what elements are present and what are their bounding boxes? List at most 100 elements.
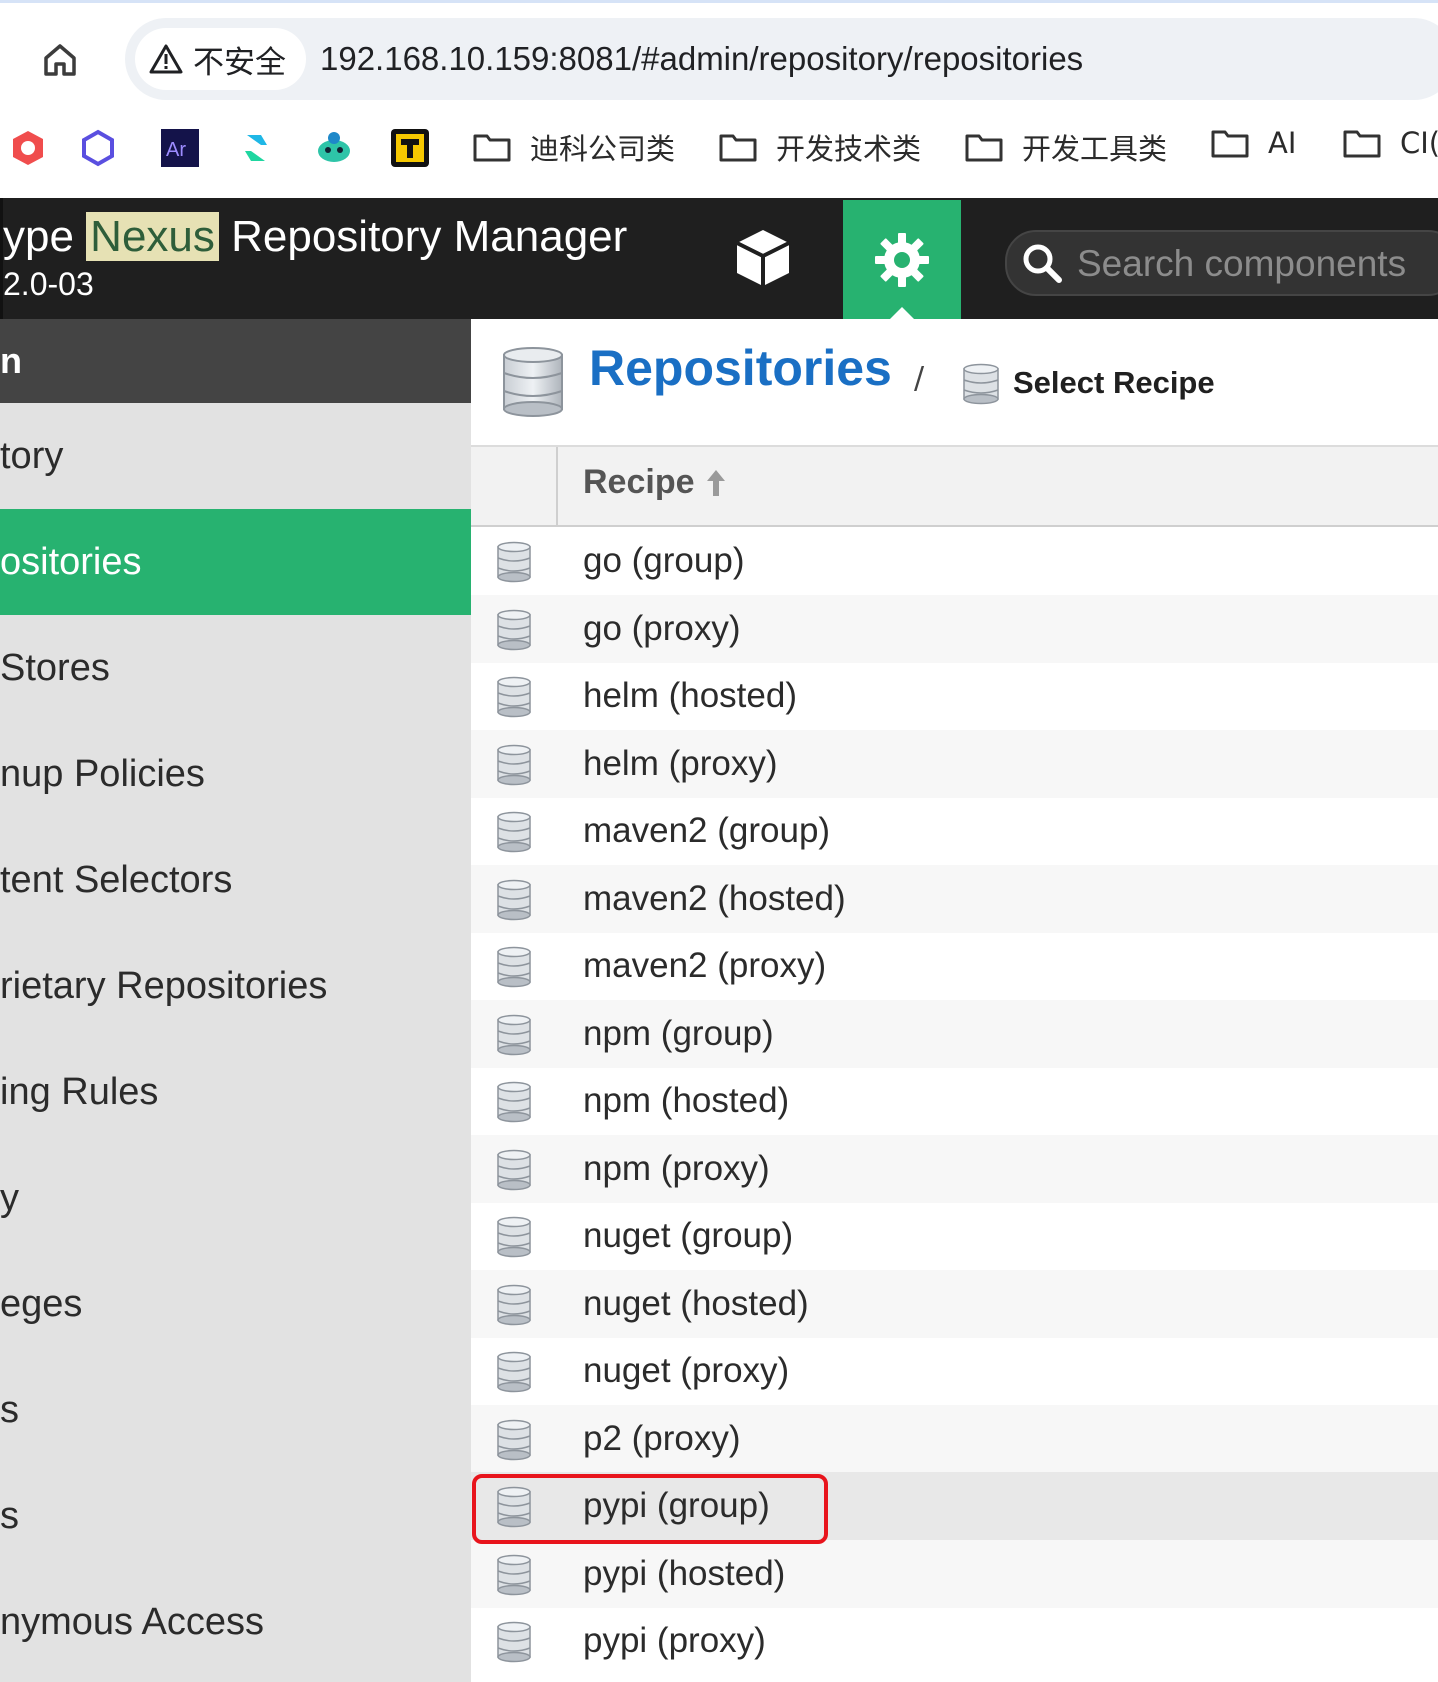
sidebar-item-content-selectors[interactable]: tent Selectors: [0, 827, 471, 933]
bookmark-folder-4[interactable]: AI: [1210, 126, 1296, 160]
folder-icon: [1343, 130, 1381, 158]
browse-cube-button[interactable]: [723, 218, 803, 298]
svg-text:Ar: Ar: [166, 139, 186, 161]
table-row[interactable]: nuget (group): [471, 1202, 1438, 1270]
bookmark-folder-1[interactable]: 迪科公司类: [472, 126, 675, 168]
column-divider: [556, 447, 558, 525]
administration-button[interactable]: [843, 200, 961, 319]
database-icon: [495, 1014, 533, 1060]
bookmark-hexagon-icon[interactable]: [78, 128, 118, 168]
gear-icon: [875, 232, 929, 287]
database-icon: [495, 1351, 533, 1397]
database-icon: [495, 744, 533, 790]
page-title[interactable]: Repositories: [589, 339, 892, 397]
sidebar-section-header: n: [0, 319, 471, 403]
bookmark-teal-icon[interactable]: [236, 128, 276, 168]
bookmark-folder-2[interactable]: 开发技术类: [718, 126, 921, 168]
table-row[interactable]: maven2 (group): [471, 797, 1438, 865]
database-small-icon: [963, 363, 999, 405]
bookmark-chameleon-icon[interactable]: [314, 128, 354, 168]
table-row[interactable]: maven2 (hosted): [471, 864, 1438, 933]
sidebar-item-roles[interactable]: s: [0, 1357, 471, 1463]
table-row[interactable]: helm (hosted): [471, 662, 1438, 730]
cube-icon: [736, 230, 790, 286]
column-header-recipe[interactable]: Recipe: [583, 463, 727, 502]
table-row[interactable]: npm (group): [471, 999, 1438, 1068]
folder-label: AI: [1268, 126, 1297, 160]
table-row[interactable]: p2 (proxy): [471, 1404, 1438, 1473]
database-icon: [495, 1216, 533, 1262]
app-brand[interactable]: ype Nexus Repository Manager: [3, 212, 627, 262]
table-row[interactable]: npm (proxy): [471, 1134, 1438, 1203]
column-header-label: Recipe: [583, 463, 695, 501]
recipe-label: npm (group): [583, 1013, 774, 1053]
table-row[interactable]: pypi (group): [471, 1472, 1438, 1540]
sidebar-item-routing-rules[interactable]: ing Rules: [0, 1039, 471, 1145]
database-icon: [495, 1081, 533, 1127]
bookmark-ar-icon[interactable]: Ar: [160, 128, 200, 168]
table-row[interactable]: nuget (hosted): [471, 1269, 1438, 1338]
brand-suffix: Repository Manager: [218, 212, 628, 261]
database-icon: [495, 1486, 533, 1532]
table-row[interactable]: go (proxy): [471, 594, 1438, 663]
database-icon: [495, 811, 533, 857]
page-title-row: Repositories / Select Recipe: [471, 319, 1438, 447]
recipe-label: go (proxy): [583, 608, 741, 648]
folder-icon: [719, 134, 757, 162]
recipe-label: npm (hosted): [583, 1081, 790, 1120]
sidebar-item-proprietary-repositories[interactable]: rietary Repositories: [0, 933, 471, 1039]
database-icon: [495, 1284, 533, 1330]
sidebar-item-repositories[interactable]: ositories: [0, 509, 471, 615]
app-version: 2.0-03: [3, 266, 94, 302]
sidebar-item-repository[interactable]: tory: [0, 403, 471, 509]
url-text[interactable]: 192.168.10.159:8081/#admin/repository/re…: [320, 18, 1083, 100]
security-chip[interactable]: 不安全: [135, 28, 306, 90]
bookmark-red-app-icon[interactable]: [8, 128, 48, 168]
table-row[interactable]: pypi (hosted): [471, 1539, 1438, 1608]
table-row[interactable]: maven2 (proxy): [471, 932, 1438, 1000]
brand-prefix: ype: [3, 212, 87, 261]
sidebar-item-security[interactable]: y: [0, 1145, 471, 1251]
grid-header: Recipe: [471, 447, 1438, 527]
database-icon: [495, 1149, 533, 1195]
database-icon: [495, 879, 533, 925]
recipe-label: npm (proxy): [583, 1148, 770, 1188]
database-icon: [495, 1554, 533, 1600]
recipe-label: nuget (hosted): [583, 1283, 809, 1323]
warning-icon: [149, 44, 183, 74]
sort-ascending-icon: [706, 469, 725, 496]
browser-chrome: 不安全 192.168.10.159:8081/#admin/repositor…: [0, 0, 1438, 200]
home-icon[interactable]: [38, 38, 82, 82]
folder-label: 迪科公司类: [530, 132, 676, 166]
sidebar-item-cleanup-policies[interactable]: nup Policies: [0, 721, 471, 827]
table-row[interactable]: pypi (proxy): [471, 1607, 1438, 1675]
search-input[interactable]: [1075, 232, 1438, 296]
address-bar[interactable]: 不安全 192.168.10.159:8081/#admin/repositor…: [125, 18, 1438, 100]
sidebar-item-anonymous-access[interactable]: nymous Access: [0, 1569, 471, 1675]
recipe-label: helm (proxy): [583, 743, 778, 783]
table-row[interactable]: npm (hosted): [471, 1067, 1438, 1135]
folder-label: 开发技术类: [776, 132, 922, 166]
sidebar-item-blob-stores[interactable]: Stores: [0, 615, 471, 721]
table-row[interactable]: go (group): [471, 527, 1438, 595]
folder-icon: [473, 134, 511, 162]
database-icon: [495, 1419, 533, 1465]
bookmark-t-icon[interactable]: [390, 128, 430, 168]
database-icon: [495, 541, 533, 587]
sidebar-item-privileges[interactable]: eges: [0, 1251, 471, 1357]
table-row[interactable]: nuget (proxy): [471, 1337, 1438, 1405]
recipe-label: pypi (proxy): [583, 1621, 766, 1660]
recipe-label: maven2 (group): [583, 811, 831, 850]
database-icon: [495, 609, 533, 655]
recipe-label: helm (hosted): [583, 676, 797, 715]
search-box[interactable]: [1005, 230, 1438, 296]
database-icon: [495, 946, 533, 992]
bookmark-folder-5[interactable]: CI(: [1342, 126, 1438, 160]
database-icon: [503, 347, 563, 417]
sidebar-item-users[interactable]: s: [0, 1463, 471, 1569]
bookmark-folder-3[interactable]: 开发工具类: [964, 126, 1167, 168]
active-caret: [890, 307, 914, 319]
top-border: [0, 0, 1438, 3]
recipe-label: maven2 (proxy): [583, 946, 827, 985]
table-row[interactable]: helm (proxy): [471, 729, 1438, 798]
